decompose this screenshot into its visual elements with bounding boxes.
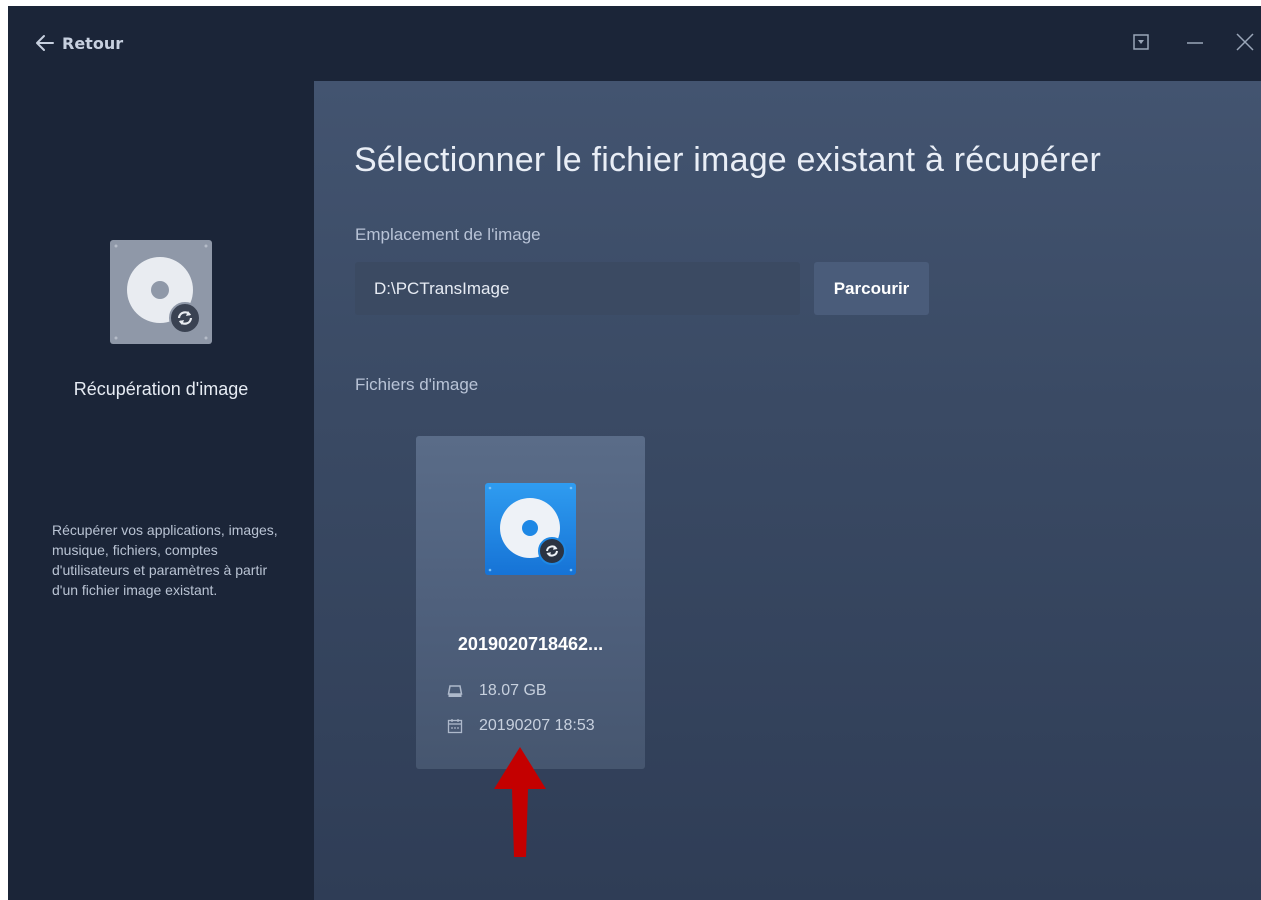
image-location-input[interactable]: D:\PCTransImage [355,262,800,315]
annotation-arrow-up-icon [494,747,546,857]
sidebar-title: Récupération d'image [73,379,249,399]
arrow-left-icon [36,35,54,51]
back-button[interactable]: Retour [34,29,123,57]
image-file-date: 20190207 18:53 [447,716,595,736]
back-label: Retour [62,33,124,53]
sidebar: Récupération d'image Récupérer vos appli… [8,81,314,900]
image-files-label: Fichiers d'image [355,375,479,394]
image-file-size: 18.07 GB [447,681,547,701]
image-file-date-text: 20190207 18:53 [479,717,595,734]
page-title: Sélectionner le fichier image existant à… [354,141,1102,179]
image-location-label: Emplacement de l'image [355,225,541,244]
image-file-size-text: 18.07 GB [479,682,547,699]
image-file-name: 2019020718462... [457,634,604,654]
sidebar-description: Récupérer vos applications, images, musi… [52,522,278,598]
image-file-card[interactable]: 2019020718462... 18.07 GB 20190207 18:53 [416,436,645,769]
disk-image-recovery-icon [485,483,576,575]
browse-button[interactable]: Parcourir [814,262,929,315]
close-icon[interactable] [1233,30,1257,54]
main-panel: Sélectionner le fichier image existant à… [314,81,1261,900]
app-window: Retour Récupération d'image Récupérer vo… [8,6,1261,900]
disk-image-recovery-icon [110,240,212,344]
calendar-icon [447,719,463,734]
hard-drive-icon [447,685,463,697]
dropdown-menu-icon[interactable] [1129,30,1153,54]
minimize-icon[interactable] [1183,30,1207,54]
title-bar: Retour [8,6,1261,81]
